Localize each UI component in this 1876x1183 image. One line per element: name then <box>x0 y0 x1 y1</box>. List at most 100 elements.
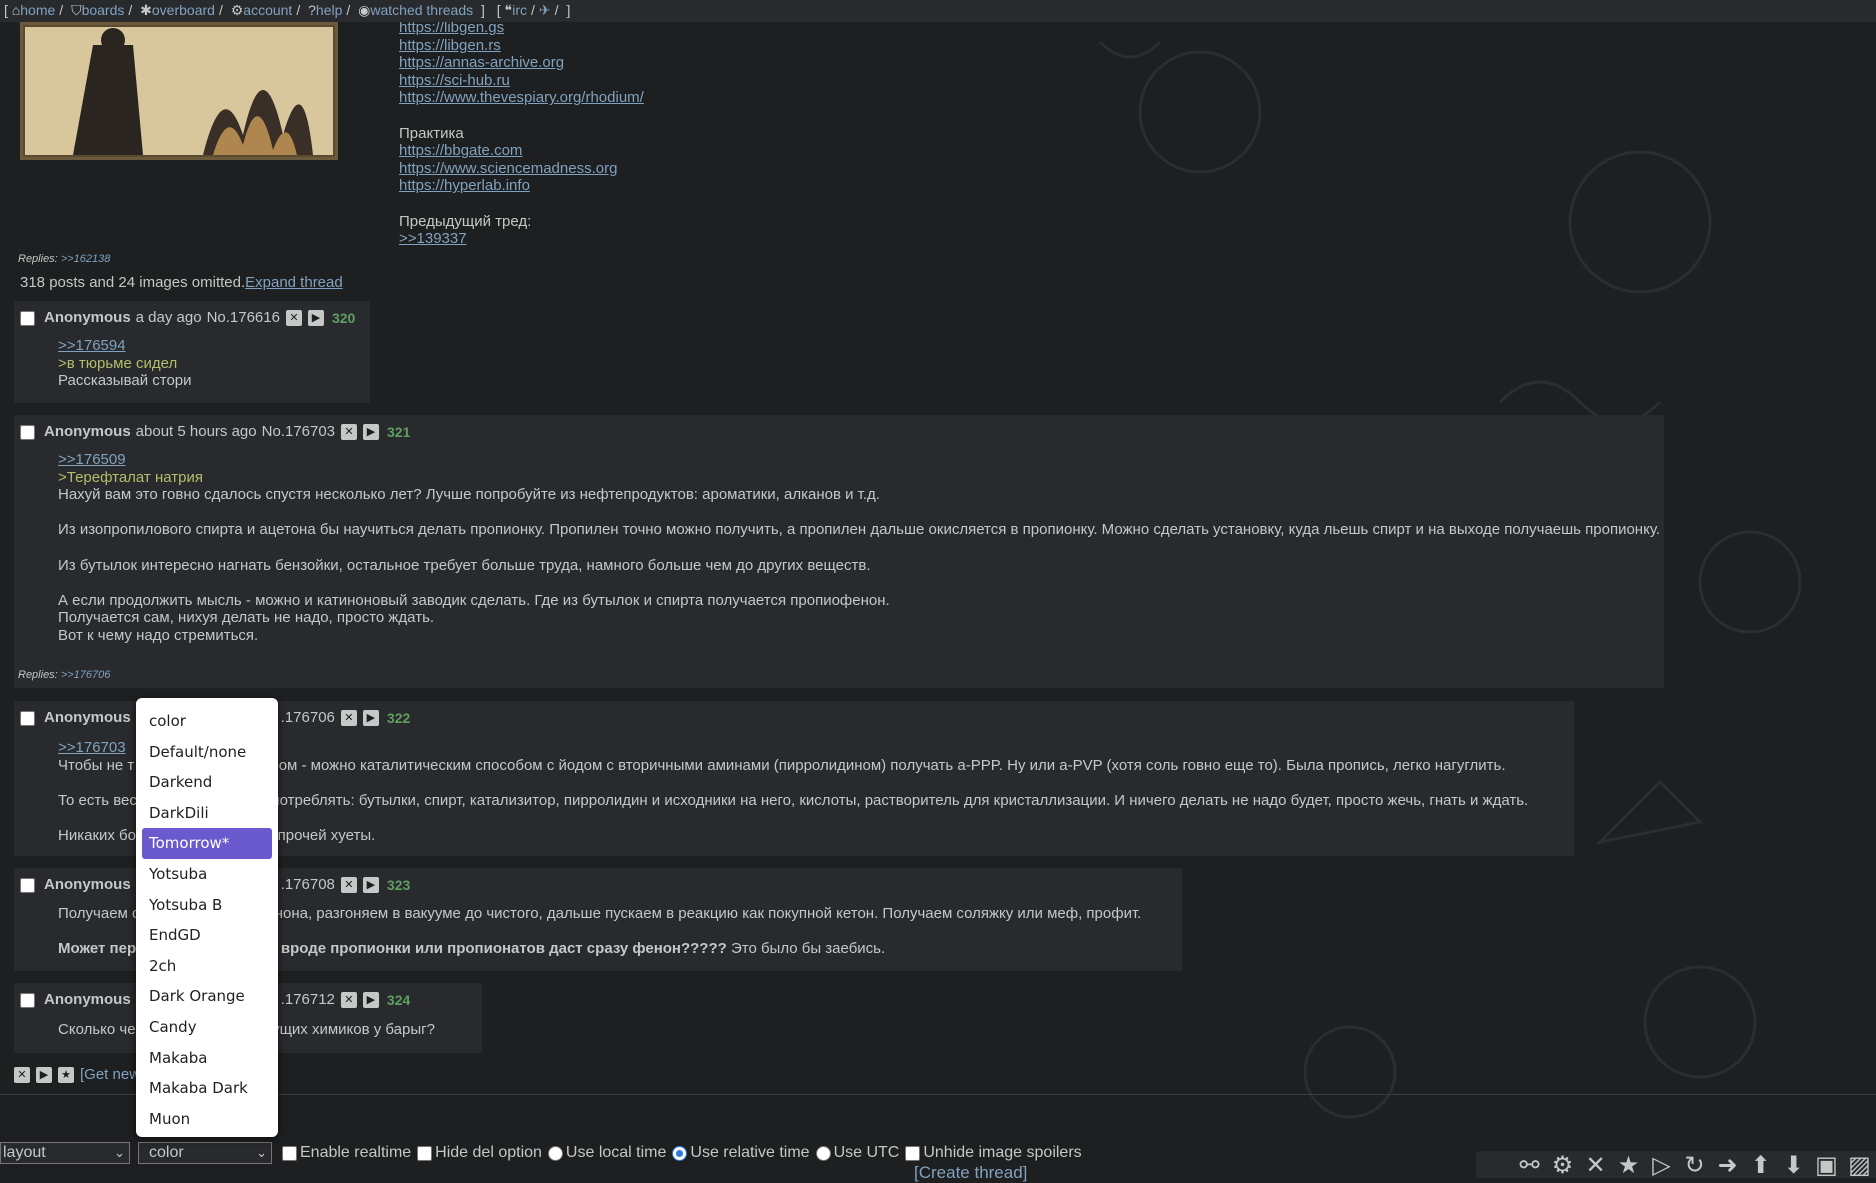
home-icon: ⌂ <box>11 2 21 18</box>
post-number[interactable]: .176706 <box>281 707 335 729</box>
prev-thread-link[interactable]: >>139337 <box>399 230 644 248</box>
post-count: 322 <box>386 710 411 726</box>
post-select-checkbox[interactable] <box>20 992 35 1008</box>
post-message: >>176703 Чтобы не т ы и бром - можно кат… <box>58 739 1528 845</box>
gear-icon[interactable]: ⚙ <box>1546 1151 1579 1179</box>
color-option[interactable]: Muon <box>142 1104 272 1135</box>
post-select-checkbox[interactable] <box>20 424 35 440</box>
post-select-checkbox[interactable] <box>20 877 35 893</box>
expand-thread-link[interactable]: Expand thread <box>245 274 343 291</box>
message-line: Рассказывай стори <box>58 372 192 390</box>
nav-boards[interactable]: boards <box>82 2 125 18</box>
practice-link[interactable]: https://bbgate.com <box>399 142 644 160</box>
post-number[interactable]: .176712 <box>281 989 335 1011</box>
use-relative-time-radio[interactable] <box>672 1145 688 1161</box>
quote-link[interactable]: >>176594 <box>58 337 126 354</box>
quote-link[interactable]: >>176703 <box>58 739 126 756</box>
play-icon[interactable]: ▶ <box>362 992 379 1008</box>
refresh-icon[interactable]: ↻ <box>1678 1151 1711 1179</box>
play-icon[interactable]: ▶ <box>307 310 324 326</box>
color-option[interactable]: Candy <box>142 1012 272 1043</box>
post-number[interactable]: .176708 <box>281 874 335 896</box>
reply-backlink[interactable]: >>176706 <box>61 669 111 681</box>
arrow-right-icon[interactable]: ➜ <box>1711 1151 1744 1179</box>
replies-label: Replies: <box>18 253 58 265</box>
nav-account[interactable]: account <box>243 2 292 18</box>
message-line: Получается сам, нихуя делать не надо, пр… <box>58 609 435 627</box>
color-option[interactable]: Default/none <box>142 737 272 768</box>
color-option[interactable]: Makaba <box>142 1043 272 1074</box>
nav-watched-threads[interactable]: watched threads <box>370 2 473 18</box>
link-icon[interactable]: ⚯ <box>1513 1151 1546 1179</box>
settings-controls: layout ⌄ color ⌄ Enable realtime Hide del … <box>0 1142 1082 1164</box>
post-count: 323 <box>386 877 411 893</box>
play-icon[interactable]: ▶ <box>362 710 379 726</box>
layout-select[interactable]: layout ⌄ <box>0 1142 130 1164</box>
nav-home[interactable]: home <box>20 2 55 18</box>
arrow-down-icon[interactable]: ⬇ <box>1777 1151 1810 1179</box>
bird-icon[interactable]: ✈ <box>539 2 551 18</box>
practice-link[interactable]: https://hyperlab.info <box>399 177 644 195</box>
post-count: 321 <box>387 424 411 440</box>
nav-help[interactable]: help <box>316 2 342 18</box>
post: Anonymous a day ago No.176616 ✕ ▶ 320 >>… <box>14 301 370 403</box>
op-link[interactable]: https://www.thevespiary.org/rhodium/ <box>399 89 644 107</box>
close-icon[interactable]: ✕ <box>340 710 357 726</box>
unhide-spoilers-checkbox[interactable] <box>905 1145 921 1161</box>
close-icon[interactable]: ✕ <box>340 877 357 893</box>
reply-backlink[interactable]: >>162138 <box>61 253 111 265</box>
unhide-spoilers-label: Unhide image spoilers <box>923 1144 1082 1161</box>
color-option[interactable]: 2ch <box>142 951 272 982</box>
prev-thread-line: Предыдущий тред: >>139337 <box>399 213 644 248</box>
create-thread-link[interactable]: [Create thread] <box>914 1163 1027 1183</box>
quote-link[interactable]: >>176509 <box>58 451 126 468</box>
use-local-time-radio[interactable] <box>547 1145 563 1161</box>
color-option[interactable]: Yotsuba B <box>142 890 272 921</box>
play-icon[interactable]: ▷ <box>1645 1151 1678 1179</box>
use-utc-radio[interactable] <box>815 1145 831 1161</box>
hide-del-checkbox[interactable] <box>417 1145 433 1161</box>
color-option[interactable]: EndGD <box>142 920 272 951</box>
color-select[interactable]: color ⌄ <box>138 1142 272 1164</box>
post-select-checkbox[interactable] <box>20 310 35 326</box>
get-new-posts-link[interactable]: [Get new <box>80 1066 140 1083</box>
image-icon[interactable]: ▣ <box>1810 1151 1843 1179</box>
message-line: Никаких бо бов и прочей хуеты. <box>58 826 376 844</box>
arrow-up-icon[interactable]: ⬆ <box>1744 1151 1777 1179</box>
color-option[interactable]: Yotsuba <box>142 859 272 890</box>
nav-overboard[interactable]: overboard <box>152 2 215 18</box>
close-icon[interactable]: ✕ <box>1579 1151 1612 1179</box>
post-number[interactable]: No.176616 <box>207 307 280 329</box>
post-number[interactable]: No.176703 <box>262 421 335 443</box>
close-icon[interactable]: ✕ <box>14 1066 30 1083</box>
greentext-line: >в тюрьме сидел <box>58 354 178 372</box>
play-icon[interactable]: ▶ <box>362 877 379 893</box>
play-icon[interactable]: ▶ <box>363 424 380 440</box>
nav-irc[interactable]: irc <box>512 2 527 18</box>
color-option[interactable]: Dark Orange <box>142 981 272 1012</box>
color-option[interactable]: Darkend <box>142 767 272 798</box>
op-link[interactable]: https://sci-hub.ru <box>399 72 644 90</box>
message-line: Чтобы не т ы и бром - можно каталитическ… <box>58 756 1506 774</box>
color-option[interactable]: color <box>142 706 272 737</box>
message-line: Вот к чему надо стремиться. <box>58 626 259 644</box>
op-link[interactable]: https://libgen.rs <box>399 37 644 55</box>
practice-label: Практика <box>399 124 464 142</box>
close-icon[interactable]: ✕ <box>340 992 357 1008</box>
pattern-icon[interactable]: ▨ <box>1843 1151 1876 1179</box>
op-thread-image[interactable] <box>20 22 338 160</box>
color-option[interactable]: Makaba Dark <box>142 1073 272 1104</box>
close-icon[interactable]: ✕ <box>285 310 302 326</box>
post-select-checkbox[interactable] <box>20 710 35 726</box>
color-option[interactable]: DarkDili <box>142 798 272 829</box>
practice-link[interactable]: https://www.sciencemadness.org <box>399 160 644 178</box>
star-icon[interactable]: ★ <box>1612 1151 1645 1179</box>
close-icon[interactable]: ✕ <box>341 424 358 440</box>
enable-realtime-checkbox[interactable] <box>282 1145 297 1161</box>
chevron-down-icon: ⌄ <box>114 1145 125 1160</box>
poster-name: Anonymous <box>44 423 131 440</box>
play-icon[interactable]: ▶ <box>36 1066 52 1083</box>
star-icon[interactable]: ★ <box>58 1066 74 1083</box>
op-link[interactable]: https://annas-archive.org <box>399 54 644 72</box>
color-option-selected[interactable]: Tomorrow* <box>142 828 272 859</box>
